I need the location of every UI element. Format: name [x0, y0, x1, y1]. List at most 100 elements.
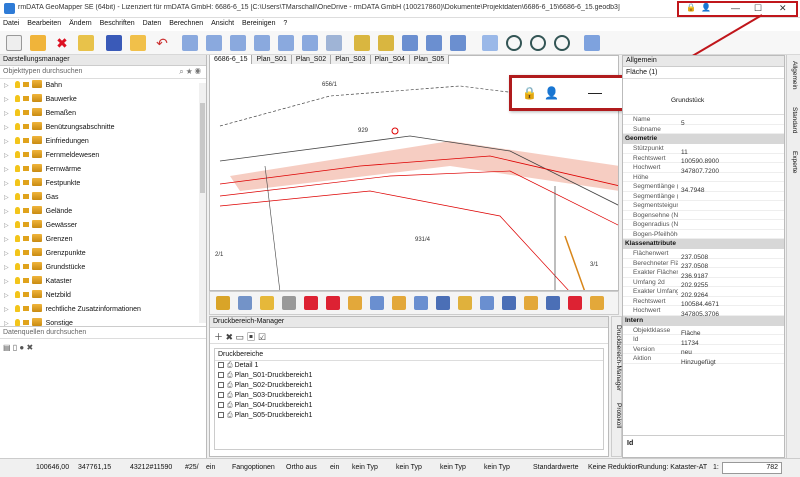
property-row[interactable]: Version neu [623, 345, 784, 356]
edit-tool-icon[interactable] [524, 296, 538, 310]
edit-tool-icon[interactable] [436, 296, 450, 310]
tree-item[interactable]: ▷ Gelände [0, 205, 206, 219]
lock-icon[interactable] [22, 278, 29, 283]
expand-arrow-icon[interactable]: ▷ [4, 223, 9, 229]
property-row[interactable]: Segmentlänge (2...34.7948 [623, 182, 784, 194]
properties-icon[interactable] [78, 35, 94, 51]
zoom-out-icon[interactable] [530, 35, 546, 51]
lock-icon[interactable] [22, 208, 29, 213]
status-ein-2[interactable]: ein [330, 464, 339, 471]
datasource-search[interactable]: Datenquellen durchsuchen [0, 326, 206, 339]
fangoptionen-button[interactable]: Fangoptionen [232, 464, 275, 471]
open-folder-icon[interactable] [30, 35, 46, 51]
property-row[interactable]: Bogensehne (Na... [623, 211, 784, 220]
property-row[interactable]: Subname [623, 125, 784, 134]
tab-standard[interactable]: Standard [791, 107, 798, 133]
tab-plan-s04[interactable]: Plan_S04 [370, 55, 410, 64]
pointer-select-icon[interactable] [584, 35, 600, 51]
expand-arrow-icon[interactable]: ▷ [4, 293, 9, 299]
zoom-scale-input[interactable]: 782 [722, 462, 782, 474]
visibility-bulb-icon[interactable] [14, 109, 20, 116]
property-row[interactable]: Segmentsteigun... [623, 201, 784, 211]
section-geometrie[interactable]: Geometrie [623, 134, 784, 144]
expand-arrow-icon[interactable]: ▷ [4, 195, 9, 201]
edit-tool-icon[interactable] [480, 296, 494, 310]
expand-arrow-icon[interactable]: ▷ [4, 181, 9, 187]
visibility-bulb-icon[interactable] [14, 263, 20, 270]
visibility-bulb-icon[interactable] [14, 81, 20, 88]
lock-icon[interactable] [22, 292, 29, 297]
tree-item[interactable]: ▷ Festpunkte [0, 177, 206, 191]
user-icon[interactable]: 👤 [544, 86, 559, 100]
expand-arrow-icon[interactable]: ▷ [4, 139, 9, 145]
edit-tool-icon[interactable] [238, 296, 252, 310]
checkbox[interactable] [218, 372, 224, 378]
visibility-bulb-icon[interactable] [14, 319, 20, 326]
ortho-toggle[interactable]: Ortho aus [286, 464, 317, 471]
undo-icon[interactable]: ↶ [154, 35, 170, 51]
property-row[interactable]: Exakter Flächen...236.9187 [623, 268, 784, 280]
tree-item[interactable]: ▷ Benützungsabschnitte [0, 121, 206, 135]
checkbox[interactable] [218, 392, 224, 398]
lock-icon[interactable] [22, 138, 29, 143]
expand-arrow-icon[interactable]: ▷ [4, 111, 9, 117]
visibility-bulb-icon[interactable] [14, 179, 20, 186]
tree-item[interactable]: ▷ Kataster [0, 275, 206, 289]
checkbox[interactable] [218, 402, 224, 408]
tab-plan-s01[interactable]: Plan_S01 [252, 55, 292, 64]
tree-item[interactable]: ▷ Grundstücke [0, 261, 206, 275]
visibility-bulb-icon[interactable] [14, 123, 20, 130]
edit-tool-icon[interactable] [304, 296, 318, 310]
lock-icon[interactable] [22, 236, 29, 241]
label-abc-2-icon[interactable] [206, 35, 222, 51]
druck-list-item[interactable]: ⎙ Plan_S04-Druckbereich1 [215, 401, 603, 411]
typ-selector-2[interactable]: kein Typ [396, 464, 422, 471]
geo-icon[interactable] [354, 35, 370, 51]
tree-item[interactable]: ▷ Grenzpunkte [0, 247, 206, 261]
visibility-bulb-icon[interactable] [14, 305, 20, 312]
checkbox[interactable] [218, 362, 224, 368]
druck-toolbar[interactable]: ＋ ✖ ▭ ▣ ☑ [210, 328, 608, 344]
visibility-bulb-icon[interactable] [14, 249, 20, 256]
datasource-toolbar-icons[interactable]: ▤ ▯ ● ✖ [3, 343, 33, 352]
user-lock-icon[interactable]: 🔒 [522, 86, 537, 100]
lock-icon[interactable] [22, 222, 29, 227]
property-row[interactable]: Rechtswert 100590.8900 [623, 154, 784, 165]
lock-icon[interactable] [22, 180, 29, 185]
menu-bearbeiten[interactable]: Bearbeiten [24, 18, 64, 29]
lock-icon[interactable] [22, 166, 29, 171]
checkbox[interactable] [218, 412, 224, 418]
tab-main[interactable]: 6686-6_15 [210, 55, 253, 64]
visibility-bulb-icon[interactable] [14, 221, 20, 228]
edit-tool-icon[interactable] [414, 296, 428, 310]
expand-arrow-icon[interactable]: ▷ [4, 237, 9, 243]
expand-arrow-icon[interactable]: ▷ [4, 83, 9, 89]
new-file-icon[interactable] [6, 35, 22, 51]
zoom-in-icon[interactable] [554, 35, 570, 51]
tab-plan-s05[interactable]: Plan_S05 [409, 55, 450, 64]
minimize-button[interactable]: — [588, 84, 602, 100]
expand-arrow-icon[interactable]: ▷ [4, 97, 9, 103]
druck-list-item[interactable]: ⎙ Plan_S02-Druckbereich1 [215, 381, 603, 391]
object-selector[interactable]: Fläche (1) [623, 67, 784, 79]
lock-icon[interactable] [22, 96, 29, 101]
search-input[interactable]: Objekttypen durchsuchen [3, 68, 82, 75]
property-row[interactable]: Umfang 2d 202.9255 [623, 278, 784, 289]
label-abc-4-icon[interactable] [254, 35, 270, 51]
tree-item[interactable]: ▷ Bemaßen [0, 107, 206, 121]
expand-arrow-icon[interactable]: ▷ [4, 279, 9, 285]
property-row[interactable]: Bogenradius (Na... [623, 220, 784, 230]
expand-arrow-icon[interactable]: ▷ [4, 251, 9, 257]
edit-tool-icon[interactable] [458, 296, 472, 310]
edit-tool-icon[interactable] [546, 296, 560, 310]
lock-icon[interactable] [22, 124, 29, 129]
druck-list-item[interactable]: ⎙ Detail 1 [215, 361, 603, 371]
druck-list-item[interactable]: ⎙ Plan_S03-Druckbereich1 [215, 391, 603, 401]
tab-allgemein[interactable]: Allgemein [791, 61, 798, 90]
tree-item[interactable]: ▷ Netzbild [0, 289, 206, 303]
tab-plan-s03[interactable]: Plan_S03 [331, 55, 371, 64]
expand-arrow-icon[interactable]: ▷ [4, 125, 9, 131]
status-ein-1[interactable]: ein [206, 464, 215, 471]
hide-label-icon[interactable] [326, 35, 342, 51]
menu-bereinigen[interactable]: Bereinigen [239, 18, 278, 29]
